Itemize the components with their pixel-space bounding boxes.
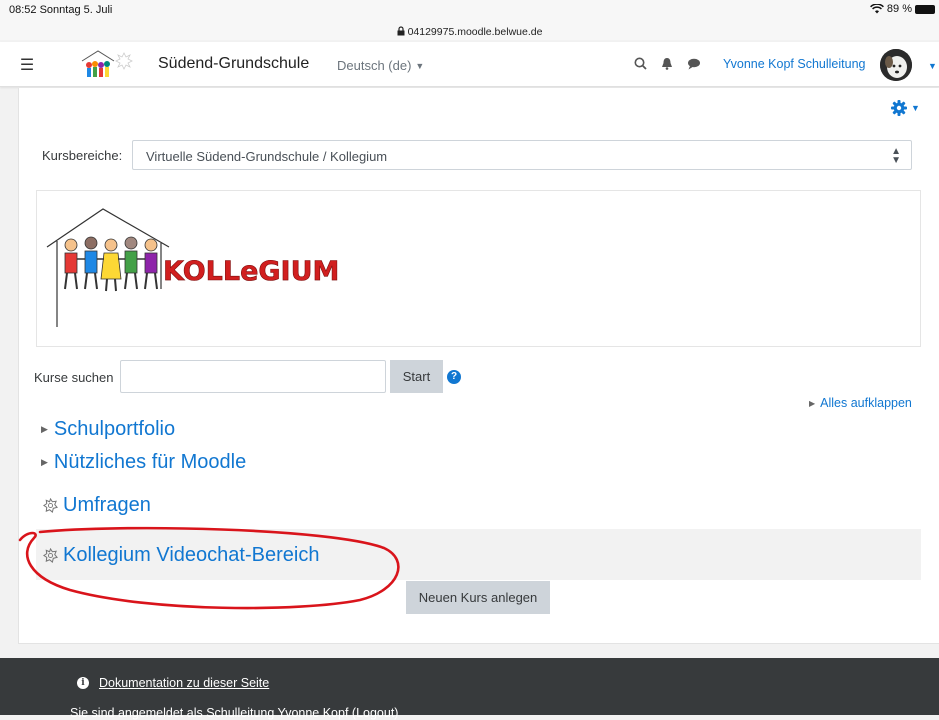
site-name[interactable]: Südend-Grundschule: [158, 55, 309, 73]
hamburger-icon[interactable]: ☰: [13, 51, 41, 79]
address-url[interactable]: 04129975.moodle.belwue.de: [0, 26, 939, 38]
documentation-link[interactable]: i Dokumentation zu dieser Seite: [77, 676, 269, 690]
course-item[interactable]: Umfragen: [43, 494, 151, 517]
status-right: 89 %: [869, 3, 935, 15]
triangle-right-icon: ▶: [41, 424, 48, 434]
children-drawing: [64, 236, 158, 292]
course-search-label: Kurse suchen: [34, 370, 114, 385]
triangle-right-icon: ▶: [809, 399, 816, 408]
course-label: Kollegium Videochat-Bereich: [63, 544, 320, 566]
expand-all-label: Alles aufklappen: [820, 396, 912, 410]
subcategory-label: Nützliches für Moodle: [53, 451, 247, 473]
chat-icon[interactable]: [687, 58, 701, 70]
language-menu[interactable]: Deutsch (de) ▼: [337, 58, 424, 73]
course-search-input[interactable]: [120, 360, 386, 393]
battery-percent: 89 %: [886, 3, 912, 15]
wifi-icon: [869, 4, 884, 14]
page-settings-menu[interactable]: ▼: [891, 100, 920, 116]
user-caret-icon[interactable]: ▼: [928, 61, 937, 71]
course-label: Umfragen: [63, 494, 151, 516]
top-navbar: ☰ Südend-Grundschule Deutsch (de) ▼ Yvonn…: [0, 42, 939, 87]
logged-in-info: Sie sind angemeldet als Schulleitung Yvo…: [70, 706, 399, 720]
battery-icon: [915, 4, 935, 14]
lock-icon: [397, 26, 405, 36]
language-label: Deutsch (de): [337, 58, 412, 73]
school-logo[interactable]: [80, 49, 140, 81]
subcategory-label: Schulportfolio: [53, 418, 176, 440]
subcategory-item[interactable]: ▶ Nützliches für Moodle: [41, 451, 246, 474]
category-select-value: Virtuelle Südend-Grundschule / Kollegium: [146, 149, 388, 164]
course-icon: [43, 548, 58, 563]
course-item[interactable]: Kollegium Videochat-Bereich: [43, 544, 319, 567]
documentation-link-label: Dokumentation zu dieser Seite: [99, 676, 270, 690]
ios-status-bar: 08:52 Sonntag 5. Juli 89 % 04129975.mood…: [0, 0, 939, 40]
course-search-button[interactable]: Start: [390, 360, 443, 393]
caret-down-icon: ▼: [911, 103, 920, 113]
status-time-date: 08:52 Sonntag 5. Juli: [9, 4, 113, 16]
new-course-button[interactable]: Neuen Kurs anlegen: [406, 581, 550, 614]
search-icon[interactable]: [634, 57, 647, 70]
category-select-label: Kursbereiche:: [42, 148, 123, 163]
category-select[interactable]: Virtuelle Südend-Grundschule / Kollegium…: [132, 140, 912, 170]
select-arrows-icon: ▲ ▼: [891, 146, 901, 166]
gear-icon: [891, 100, 907, 116]
page-footer: i Dokumentation zu dieser Seite Sie sind…: [0, 658, 939, 720]
main-content-card: ▼ Kursbereiche: Virtuelle Südend-Grundsc…: [18, 88, 939, 644]
nav-icons: [634, 57, 701, 70]
kollegium-image: KOLLeGIUM: [46, 208, 340, 327]
url-text: 04129975.moodle.belwue.de: [407, 26, 543, 38]
info-icon: i: [77, 677, 89, 689]
subcategory-item[interactable]: ▶ Schulportfolio: [41, 418, 175, 441]
course-icon: [43, 498, 58, 513]
triangle-right-icon: ▶: [41, 457, 48, 467]
bell-icon[interactable]: [661, 57, 673, 70]
user-menu-name[interactable]: Yvonne Kopf Schulleitung: [723, 57, 865, 71]
kollegium-word: KOLLeGIUM: [163, 256, 339, 287]
expand-all-link[interactable]: ▶ Alles aufklappen: [809, 396, 912, 410]
user-avatar[interactable]: [880, 49, 912, 81]
help-icon[interactable]: ?: [447, 370, 461, 384]
caret-down-icon: ▼: [415, 61, 425, 71]
category-description: KOLLeGIUM: [36, 190, 921, 347]
